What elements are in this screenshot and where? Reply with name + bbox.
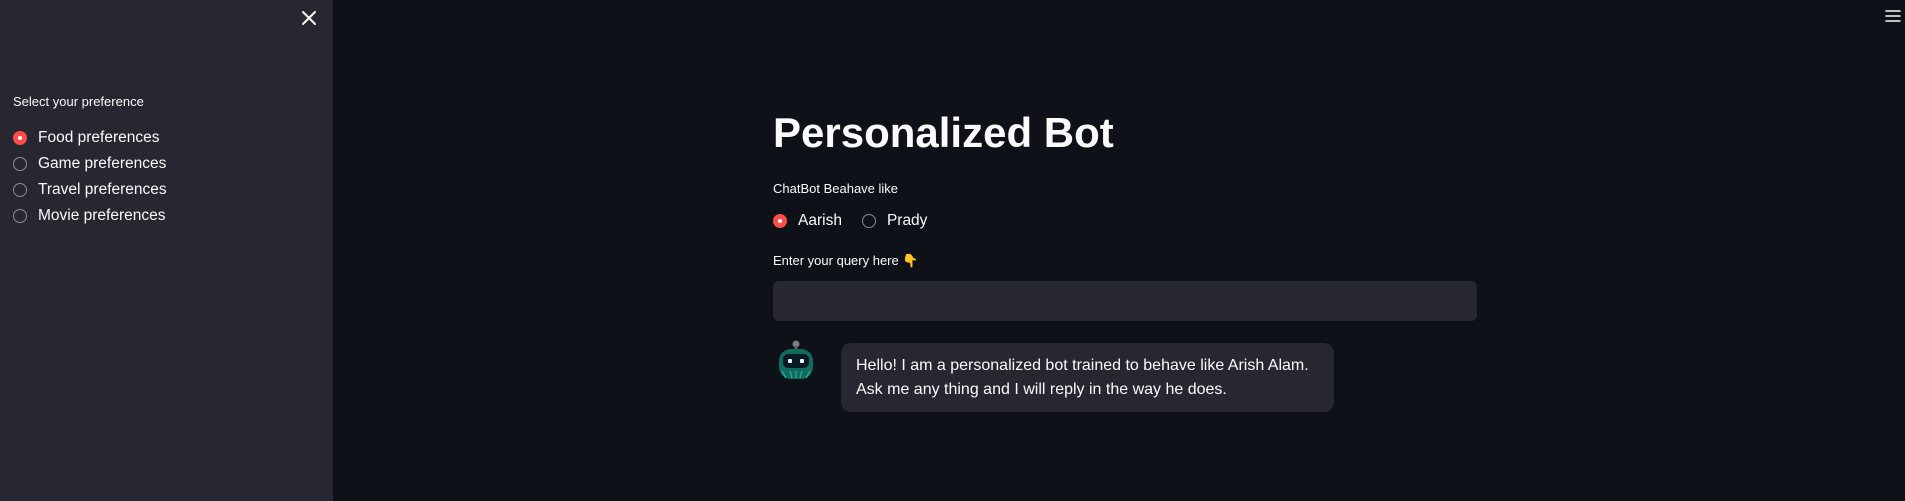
radio-option-label: Travel preferences bbox=[38, 181, 167, 198]
preference-radio-group: Food preferences Game preferences Travel… bbox=[13, 125, 167, 229]
bot-avatar-icon bbox=[779, 340, 813, 379]
sidebar: Select your preference Food preferences … bbox=[0, 0, 333, 501]
chat-message-line: Ask me any thing and I will reply in the… bbox=[856, 381, 1227, 398]
radio-indicator[interactable] bbox=[13, 183, 27, 197]
behave-label: ChatBot Beahave like bbox=[773, 181, 899, 196]
radio-option-label: Aarish bbox=[798, 212, 842, 229]
query-label: Enter your query here 👇 bbox=[773, 253, 919, 268]
radio-option-aarish[interactable]: Aarish bbox=[773, 208, 842, 234]
radio-option-label: Prady bbox=[886, 212, 928, 229]
radio-option-movie[interactable]: Movie preferences bbox=[13, 203, 167, 229]
radio-option-label: Food preferences bbox=[38, 129, 160, 146]
page-title: Personalized Bot bbox=[773, 109, 1114, 156]
main-menu-button[interactable] bbox=[1885, 9, 1901, 23]
radio-option-label: Movie preferences bbox=[38, 207, 166, 224]
radio-indicator[interactable] bbox=[861, 214, 876, 228]
radio-option-travel[interactable]: Travel preferences bbox=[13, 177, 167, 203]
radio-option-food[interactable]: Food preferences bbox=[13, 125, 167, 151]
avatar bbox=[776, 340, 816, 382]
chat-message-line: Hello! I am a personalized bot trained t… bbox=[856, 357, 1309, 374]
preference-label: Select your preference bbox=[13, 94, 144, 109]
close-icon bbox=[302, 11, 316, 25]
radio-selected-indicator[interactable] bbox=[773, 214, 787, 228]
query-input[interactable] bbox=[773, 281, 1477, 321]
hamburger-menu-icon bbox=[1885, 10, 1901, 22]
chat-message-bubble: Hello! I am a personalized bot trained t… bbox=[841, 343, 1334, 412]
radio-indicator[interactable] bbox=[13, 157, 27, 171]
close-sidebar-button[interactable] bbox=[298, 7, 320, 29]
radio-indicator[interactable] bbox=[13, 209, 27, 223]
radio-option-prady[interactable]: Prady bbox=[861, 208, 928, 234]
radio-selected-indicator[interactable] bbox=[13, 131, 27, 145]
radio-option-label: Game preferences bbox=[38, 155, 167, 172]
behave-radio-group: Aarish Prady bbox=[773, 208, 947, 234]
radio-option-game[interactable]: Game preferences bbox=[13, 151, 167, 177]
